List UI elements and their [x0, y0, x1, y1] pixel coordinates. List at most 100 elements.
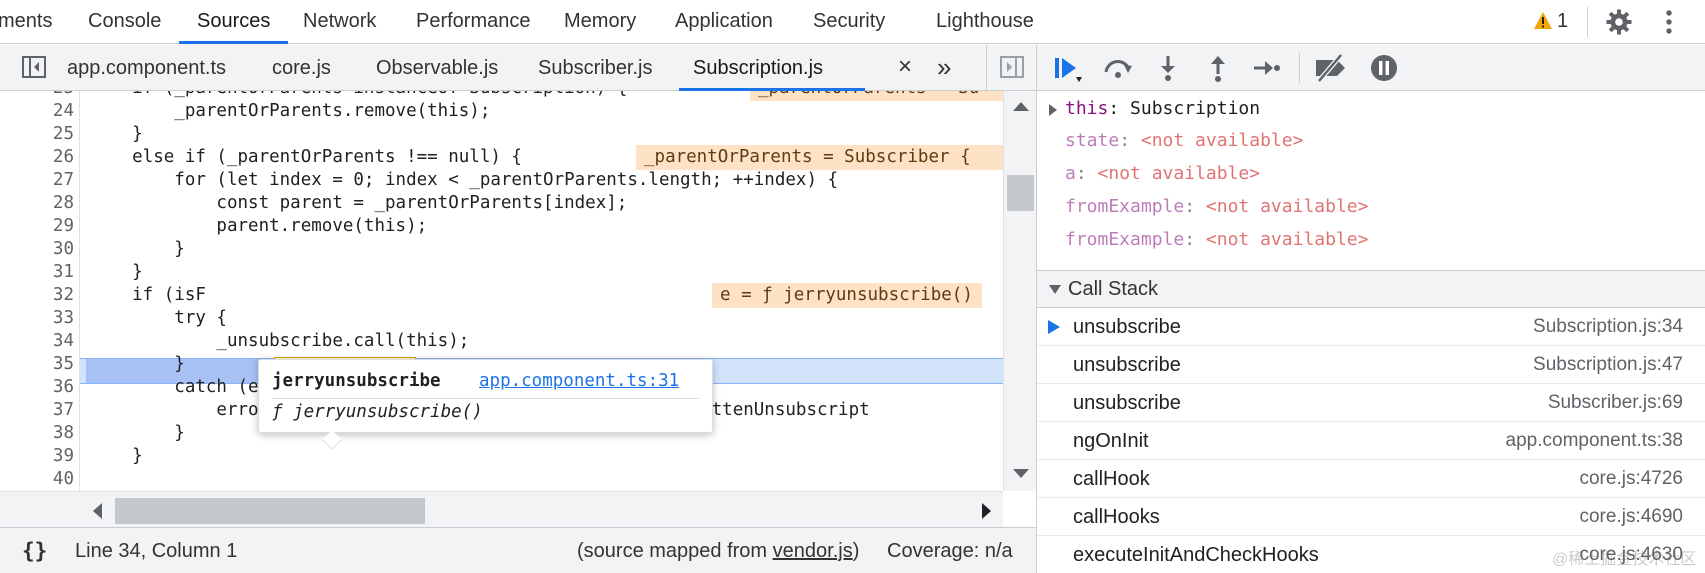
code-line-current: _unsubscribe.call(this);: [90, 331, 470, 351]
editor-vertical-scrollbar[interactable]: [1003, 91, 1036, 491]
line-number[interactable]: 39: [8, 444, 74, 469]
line-number[interactable]: 40: [8, 467, 74, 491]
coverage-status: Coverage: n/a: [887, 540, 1013, 562]
line-number[interactable]: 37: [8, 398, 74, 423]
more-options-icon[interactable]: [1660, 8, 1678, 36]
scope-variable-row: a: <not available>: [1065, 157, 1260, 191]
horizontal-scroll-thumb[interactable]: [115, 498, 425, 524]
collapse-triangle-icon[interactable]: [1049, 285, 1061, 294]
tooltip-pointer: [322, 430, 342, 450]
tab-application[interactable]: Application: [675, 0, 773, 44]
resume-icon[interactable]: [1052, 53, 1084, 83]
line-number[interactable]: 38: [8, 421, 74, 446]
scroll-down-arrow-icon[interactable]: [1013, 469, 1029, 478]
source-map-link[interactable]: vendor.js: [773, 540, 853, 562]
scroll-left-arrow-icon[interactable]: [93, 503, 102, 519]
scope-this-colon: :: [1108, 98, 1131, 119]
step-over-icon[interactable]: [1102, 53, 1134, 83]
call-frame-function: ngOnInit: [1073, 430, 1149, 452]
line-number[interactable]: 34: [8, 329, 74, 354]
file-tab-subscriber[interactable]: Subscriber.js: [538, 45, 653, 91]
line-number[interactable]: 24: [8, 99, 74, 124]
call-frame-location[interactable]: core.js:4726: [1579, 460, 1683, 498]
tooltip-source-link[interactable]: app.component.ts:31: [479, 371, 679, 391]
line-number[interactable]: 29: [8, 214, 74, 239]
debugger-toolbar: [1037, 45, 1705, 91]
scope-colon: :: [1184, 229, 1206, 250]
tab-performance[interactable]: Performance: [416, 0, 531, 44]
line-number[interactable]: 25: [8, 122, 74, 147]
line-number[interactable]: 32: [8, 283, 74, 308]
call-stack-header[interactable]: Call Stack: [1037, 270, 1705, 308]
call-frame-function: callHooks: [1073, 506, 1160, 528]
scope-colon: :: [1075, 163, 1098, 184]
tab-network[interactable]: Network: [303, 0, 376, 44]
file-tab-observable[interactable]: Observable.js: [376, 45, 498, 91]
call-frame-location[interactable]: core.js:4690: [1579, 498, 1683, 536]
pretty-print-icon[interactable]: {}: [22, 528, 47, 573]
pause-on-exceptions-icon[interactable]: [1368, 53, 1400, 83]
tab-memory[interactable]: Memory: [564, 0, 636, 44]
tab-sources[interactable]: Sources: [178, 0, 289, 44]
call-frame[interactable]: unsubscribe Subscriber.js:69: [1037, 384, 1705, 422]
scope-colon: :: [1184, 196, 1206, 217]
more-tabs-icon[interactable]: »: [937, 54, 951, 80]
call-frame[interactable]: ngOnInit app.component.ts:38: [1037, 422, 1705, 460]
scroll-right-arrow-icon[interactable]: [982, 503, 991, 519]
code-editor[interactable]: 23 24 25 26 27 28 29 30 31 32 33 34 35 3…: [0, 91, 1003, 491]
step-into-icon[interactable]: [1152, 53, 1184, 83]
code-line: _parentOrParents.remove(this);: [90, 101, 491, 121]
code-line: try {: [90, 308, 227, 328]
tab-lighthouse[interactable]: Lighthouse: [936, 0, 1034, 44]
scope-variable-row: fromExample: <not available>: [1065, 190, 1368, 224]
line-number[interactable]: 31: [8, 260, 74, 285]
call-frame-function: executeInitAndCheckHooks: [1073, 544, 1319, 566]
file-tab-subscription[interactable]: Subscription.js: [678, 45, 866, 91]
close-tab-icon[interactable]: ×: [898, 54, 912, 80]
call-frame-location[interactable]: Subscription.js:34: [1533, 308, 1683, 346]
call-frame[interactable]: unsubscribe Subscription.js:47: [1037, 346, 1705, 384]
code-line: }: [90, 239, 185, 259]
line-number[interactable]: 36: [8, 375, 74, 400]
code-line: else if (_parentOrParents !== null) {: [90, 147, 522, 167]
call-frame-location[interactable]: Subscription.js:47: [1533, 346, 1683, 384]
line-number[interactable]: 27: [8, 168, 74, 193]
file-tab-app-component[interactable]: app.component.ts: [67, 45, 226, 91]
call-frame-location[interactable]: app.component.ts:38: [1506, 422, 1683, 460]
scope-this-entry: this: Subscription: [1065, 92, 1260, 126]
line-number[interactable]: 26: [8, 145, 74, 170]
line-number[interactable]: 30: [8, 237, 74, 262]
scroll-up-arrow-icon[interactable]: [1013, 102, 1029, 111]
editor-horizontal-scrollbar[interactable]: [0, 491, 1003, 527]
line-number[interactable]: 28: [8, 191, 74, 216]
call-frame-location[interactable]: Subscriber.js:69: [1548, 384, 1683, 422]
line-number[interactable]: 35: [8, 352, 74, 377]
call-frame[interactable]: callHook core.js:4726: [1037, 460, 1705, 498]
file-tab-core[interactable]: core.js: [272, 45, 331, 91]
settings-gear-icon[interactable]: [1605, 8, 1633, 36]
tab-console[interactable]: Console: [88, 0, 161, 44]
code-line: }: [90, 423, 185, 443]
devtools-tab-bar: ments Console Sources Network Performanc…: [0, 0, 1705, 44]
source-mapped-info: (source mapped from vendor.js): [577, 528, 859, 573]
tab-elements[interactable]: ments: [0, 0, 52, 44]
call-frame[interactable]: callHooks core.js:4690: [1037, 498, 1705, 536]
code-line: }: [90, 124, 143, 144]
expand-triangle-icon[interactable]: [1049, 104, 1057, 116]
line-number[interactable]: 33: [8, 306, 74, 331]
call-frame-function: unsubscribe: [1073, 316, 1181, 338]
tab-security[interactable]: Security: [813, 0, 885, 44]
code-line: }: [90, 446, 143, 466]
editor-file-tabs: app.component.ts core.js Observable.js S…: [0, 45, 1036, 91]
toggle-navigator-icon[interactable]: [22, 56, 46, 78]
line-number-gutter[interactable]: 23 24 25 26 27 28 29 30 31 32 33 34 35 3…: [0, 91, 80, 491]
step-icon[interactable]: [1250, 53, 1282, 83]
toggle-debugger-icon[interactable]: [1000, 56, 1024, 78]
code-line: }: [90, 262, 143, 282]
inline-value: _parentOrParents = Subscriber {: [636, 145, 1003, 170]
step-out-icon[interactable]: [1202, 53, 1234, 83]
deactivate-breakpoints-icon[interactable]: [1313, 53, 1349, 83]
call-frame[interactable]: unsubscribe Subscription.js:34: [1037, 308, 1705, 346]
scope-variable-name: fromExample: [1065, 196, 1185, 217]
vertical-scroll-thumb[interactable]: [1007, 175, 1034, 211]
